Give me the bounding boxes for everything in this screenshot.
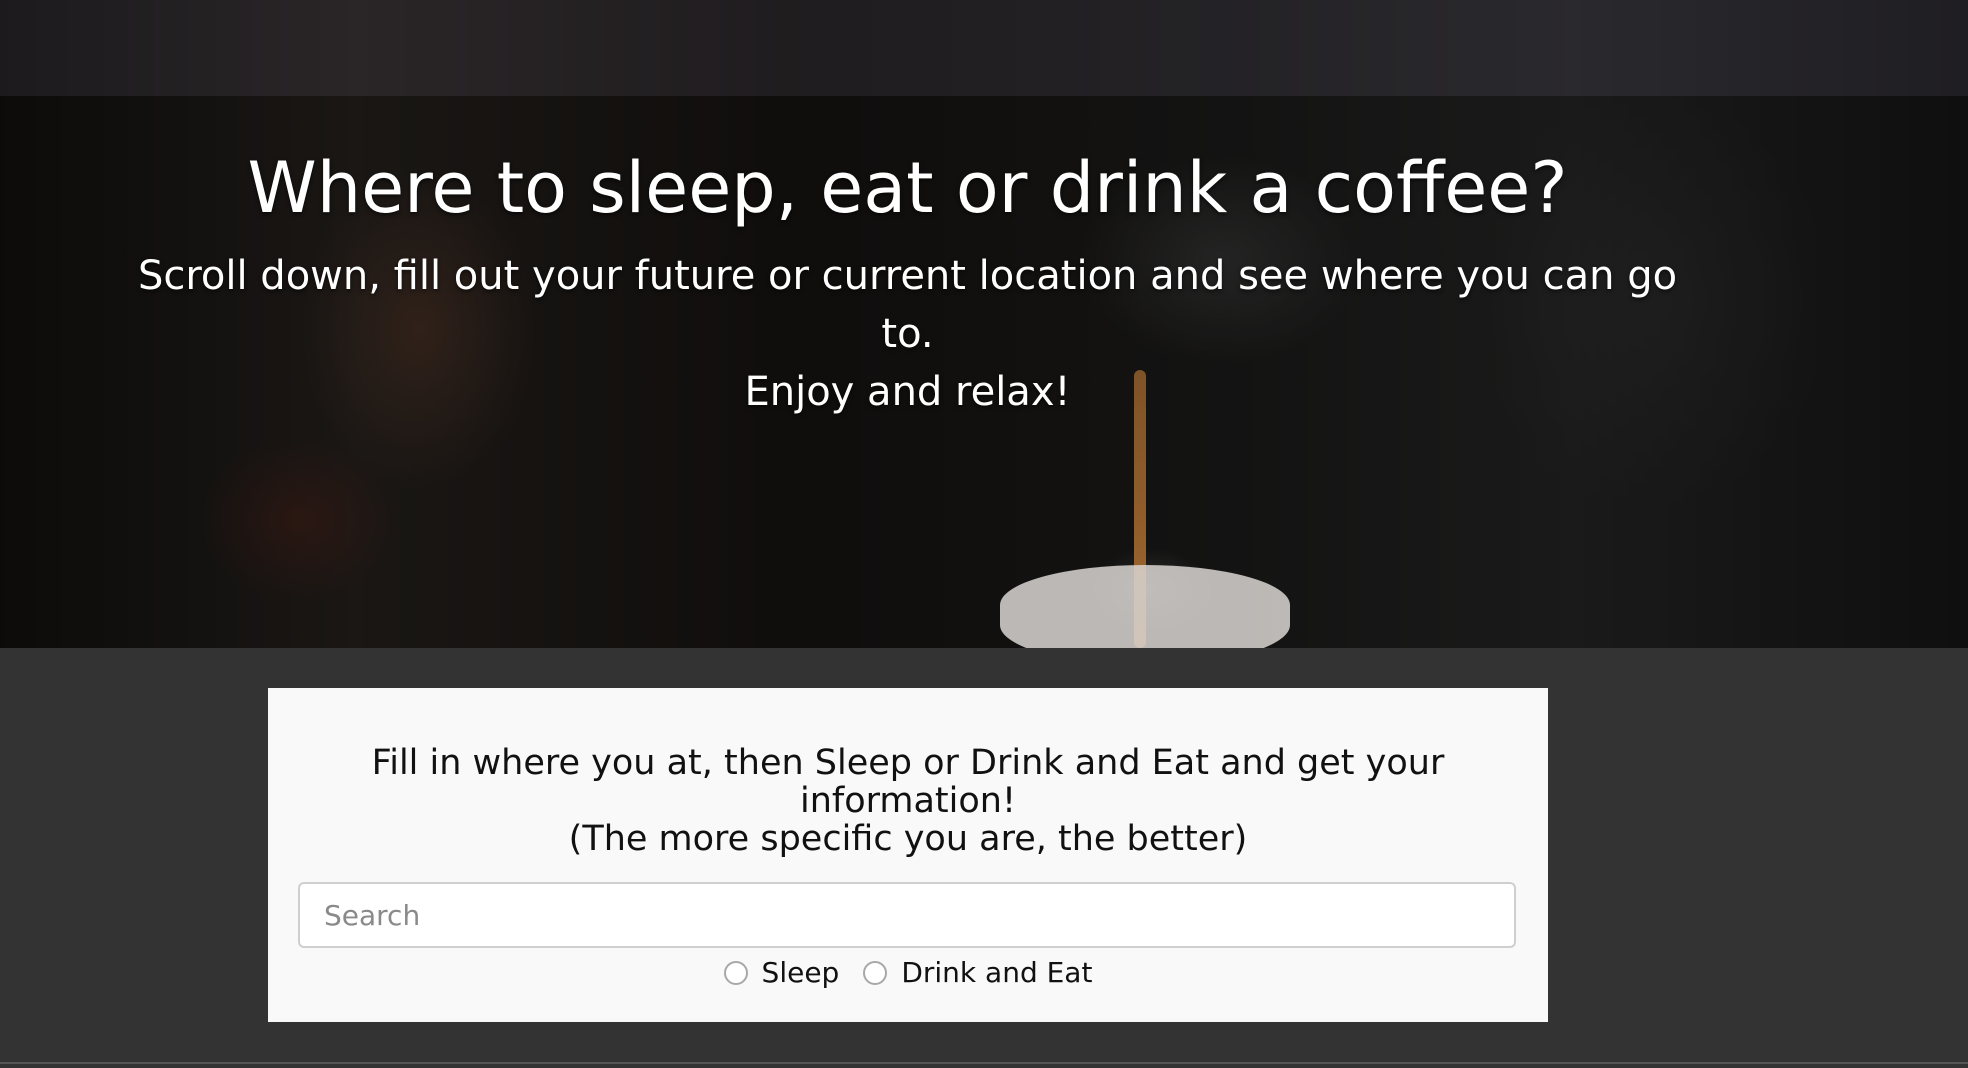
- instruction-line2: (The more specific you are, the better): [568, 819, 1248, 859]
- drink-and-eat-label: Drink and Eat: [901, 956, 1093, 989]
- hero-title: Where to sleep, eat or drink a coffee?: [247, 147, 1568, 229]
- sleep-radio[interactable]: [723, 960, 748, 985]
- instruction-line1: Fill in where you at, then Sleep or Drin…: [371, 743, 1445, 821]
- hero-section: Where to sleep, eat or drink a coffee? S…: [0, 0, 1968, 648]
- sleep-label: Sleep: [761, 956, 840, 989]
- hero-subtitle: Scroll down, fill out your future or cur…: [120, 247, 1695, 421]
- hero-subtitle-line2: Enjoy and relax!: [744, 369, 1071, 415]
- drink-and-eat-radio[interactable]: [863, 960, 888, 985]
- search-panel: Fill in where you at, then Sleep or Drin…: [268, 688, 1548, 1022]
- option-sleep[interactable]: Sleep: [723, 956, 840, 989]
- coffee-cup-image: [1000, 565, 1290, 648]
- panel-instructions: Fill in where you at, then Sleep or Drin…: [308, 744, 1508, 858]
- hero-subtitle-line1: Scroll down, fill out your future or cur…: [137, 253, 1678, 357]
- bottom-divider: [0, 1062, 1968, 1064]
- category-options: Sleep Drink and Eat: [268, 956, 1548, 989]
- option-drink-and-eat[interactable]: Drink and Eat: [863, 956, 1092, 989]
- search-input[interactable]: [298, 882, 1516, 948]
- hero-top-strip: [0, 0, 1968, 96]
